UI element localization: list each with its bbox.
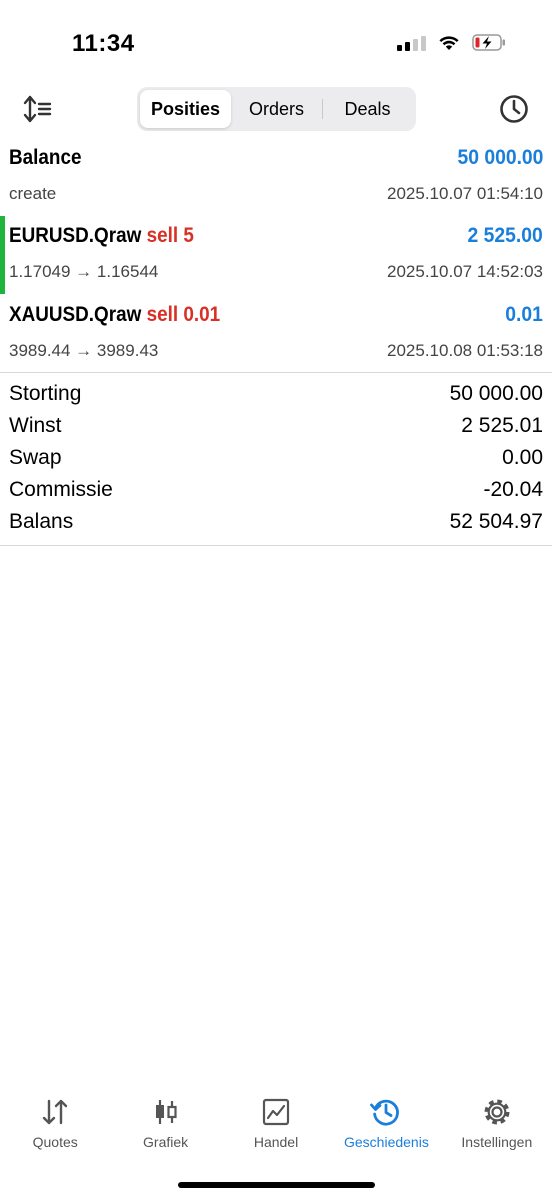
deal-detail: 1.17049 → 1.16544 [9, 262, 159, 281]
deal-side: sell 5 [146, 224, 194, 247]
summary-row-commissie: Commissie -20.04 [0, 476, 552, 508]
tab-label: Handel [253, 1134, 299, 1150]
divider [0, 372, 552, 373]
history-toolbar: Posities Orders Deals [0, 84, 552, 134]
deal-detail: 3989.44 → 3989.43 [9, 341, 159, 360]
history-icon [370, 1096, 402, 1128]
deal-symbol: EURUSD.Qraw sell 5 [9, 224, 194, 247]
summary-label: Swap [9, 446, 62, 469]
divider [0, 545, 552, 546]
summary-label: Commissie [9, 478, 113, 501]
segment-deals[interactable]: Deals [322, 90, 413, 128]
deal-time: 2025.10.08 01:53:18 [387, 341, 543, 360]
tab-handel[interactable]: Handel [221, 1088, 331, 1158]
tab-geschiedenis[interactable]: Geschiedenis [331, 1088, 441, 1158]
tab-label: Instellingen [461, 1134, 533, 1150]
battery-charging-icon [472, 34, 506, 51]
summary-row-storting: Storting 50 000.00 [0, 380, 552, 412]
wifi-icon [438, 34, 460, 51]
tab-label: Geschiedenis [344, 1134, 429, 1150]
segment-posities[interactable]: Posities [140, 90, 231, 128]
tab-quotes[interactable]: Quotes [0, 1088, 110, 1158]
summary-value: 52 504.97 [449, 510, 543, 533]
summary-value: 2 525.01 [461, 414, 543, 437]
deal-amount: 50 000.00 [457, 146, 543, 169]
candlestick-icon [152, 1096, 180, 1128]
deal-detail: create [9, 184, 57, 203]
tab-label: Grafiek [143, 1134, 189, 1150]
deal-row-xauusd[interactable]: XAUUSD.Qraw sell 0.01 0.01 3989.44 → 398… [0, 295, 552, 373]
deal-amount: 2 525.00 [467, 224, 543, 247]
quotes-arrows-icon [39, 1096, 71, 1128]
deal-symbol: Balance [9, 146, 82, 169]
home-indicator [178, 1182, 375, 1188]
summary-value: 0.00 [502, 446, 543, 469]
segment-orders[interactable]: Orders [231, 90, 322, 128]
summary-value: 50 000.00 [449, 382, 543, 405]
deal-row-balance[interactable]: Balance 50 000.00 create 2025.10.07 01:5… [0, 138, 552, 216]
clock-icon[interactable] [498, 93, 530, 125]
summary-value: -20.04 [483, 478, 543, 501]
summary-label: Storting [9, 382, 82, 405]
summary-row-balans: Balans 52 504.97 [0, 508, 552, 540]
gear-icon [482, 1096, 512, 1128]
tab-bar: Quotes Grafiek Handel Geschiedenis Inste… [0, 1088, 552, 1158]
summary-row-winst: Winst 2 525.01 [0, 412, 552, 444]
deal-side: sell 0.01 [146, 303, 221, 326]
sort-icon[interactable] [22, 94, 54, 124]
status-time: 11:34 [72, 30, 135, 57]
segmented-control: Posities Orders Deals [137, 87, 416, 131]
selected-marker [0, 216, 5, 294]
cellular-signal-icon [397, 35, 426, 51]
summary-label: Balans [9, 510, 74, 533]
summary-row-swap: Swap 0.00 [0, 444, 552, 476]
deal-symbol: XAUUSD.Qraw sell 0.01 [9, 303, 221, 326]
deal-time: 2025.10.07 01:54:10 [387, 184, 543, 203]
status-bar: 11:34 [0, 0, 552, 80]
trade-chart-icon [261, 1096, 291, 1128]
summary-section: Storting 50 000.00 Winst 2 525.01 Swap 0… [0, 380, 552, 540]
status-icons [397, 34, 506, 51]
deal-time: 2025.10.07 14:52:03 [387, 262, 543, 281]
tab-grafiek[interactable]: Grafiek [110, 1088, 220, 1158]
tab-label: Quotes [32, 1134, 78, 1150]
deal-row-eurusd[interactable]: EURUSD.Qraw sell 5 2 525.00 1.17049 → 1.… [0, 216, 552, 294]
summary-label: Winst [9, 414, 62, 437]
tab-instellingen[interactable]: Instellingen [442, 1088, 552, 1158]
deal-amount: 0.01 [505, 303, 543, 326]
